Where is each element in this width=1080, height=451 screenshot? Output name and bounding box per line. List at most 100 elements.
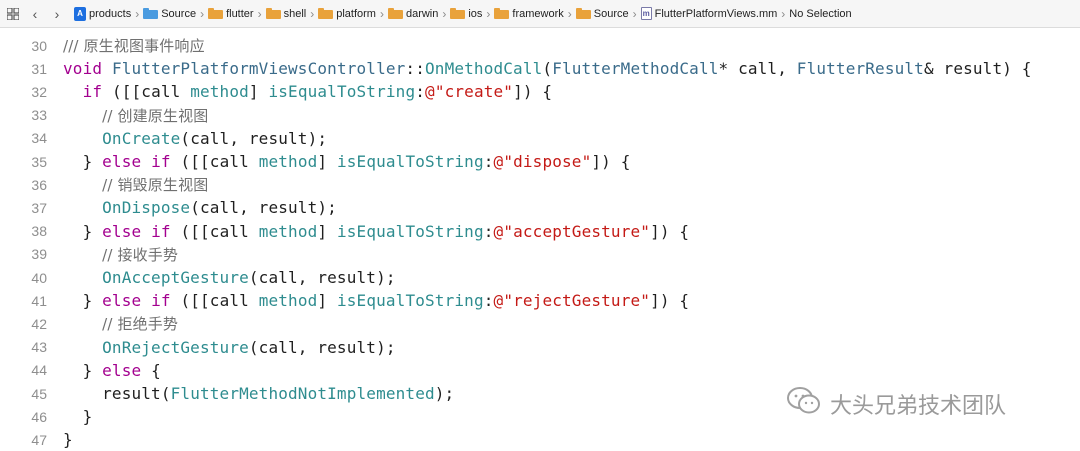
breadcrumb-label: Source <box>161 7 197 20</box>
code-text: } else if ([[call method] isEqualToStrin… <box>63 221 690 241</box>
code-line[interactable]: 43 OnRejectGesture(call, result); <box>0 336 1080 359</box>
line-number: 32 <box>31 83 47 100</box>
breadcrumb-separator-icon: › <box>257 6 262 21</box>
code-line[interactable]: 38 } else if ([[call method] isEqualToSt… <box>0 220 1080 243</box>
line-number: 43 <box>31 339 47 356</box>
code-text: // 创建原生视图 <box>102 106 209 125</box>
breadcrumb-item[interactable]: flutter <box>208 8 254 20</box>
project-icon: A <box>74 6 86 21</box>
code-text: OnCreate(call, result); <box>102 128 328 148</box>
line-number: 35 <box>31 153 47 170</box>
line-number: 46 <box>31 408 47 425</box>
breadcrumb-item[interactable]: darwin <box>387 7 439 20</box>
folder-icon <box>143 8 159 19</box>
breadcrumb-label: Source <box>593 7 629 20</box>
line-number: 33 <box>31 107 47 124</box>
line-number: 45 <box>31 385 47 402</box>
code-line[interactable]: 37 OnDispose(call, result); <box>0 196 1080 219</box>
code-line[interactable]: 30 /// 原生视图事件响应 <box>0 34 1080 57</box>
folder-icon <box>318 8 334 19</box>
breadcrumb-label: framework <box>512 7 564 20</box>
line-number: 37 <box>31 199 47 216</box>
line-number: 30 <box>31 37 47 54</box>
breadcrumb-separator-icon: › <box>486 6 491 21</box>
folder-icon <box>387 8 403 19</box>
line-number: 41 <box>31 292 47 309</box>
breadcrumb-label: flutter <box>226 7 254 20</box>
breadcrumb-separator-icon: › <box>632 6 637 21</box>
code-line[interactable]: 36 // 销毁原生视图 <box>0 173 1080 196</box>
code-line[interactable]: 33 // 创建原生视图 <box>0 104 1080 127</box>
line-number: 34 <box>31 130 47 147</box>
breadcrumb-label: platform <box>336 7 376 20</box>
code-line[interactable]: 44 } else { <box>0 359 1080 382</box>
code-editor[interactable]: 30 /// 原生视图事件响应 31 void FlutterPlatformView… <box>0 28 1080 450</box>
code-text: } else if ([[call method] isEqualToStrin… <box>63 152 631 171</box>
folder-icon <box>265 8 281 19</box>
related-items-grid-icon[interactable] <box>2 3 24 25</box>
code-text: OnAcceptGesture(call, result); <box>102 268 396 287</box>
objc-file-icon: m <box>640 7 652 20</box>
line-number: 39 <box>31 246 47 263</box>
code-text: } <box>63 430 73 450</box>
line-number: 42 <box>31 315 47 332</box>
line-number: 47 <box>31 431 47 448</box>
breadcrumb: Aproducts › Source › flutter › shell › platform ›… <box>74 6 852 21</box>
code-text: // 拒绝手势 <box>102 315 179 334</box>
line-number: 44 <box>31 362 47 379</box>
breadcrumb-separator-icon: › <box>310 6 315 21</box>
jump-bar: ‹ › Aproducts › Source › flutter › shell › platf… <box>0 0 1080 28</box>
breadcrumb-item[interactable]: Aproducts <box>74 6 132 21</box>
code-text: OnRejectGesture(call, result); <box>102 337 396 357</box>
breadcrumb-separator-icon: › <box>442 6 447 21</box>
breadcrumb-label: darwin <box>405 7 439 20</box>
code-text: /// 原生视图事件响应 <box>63 37 205 55</box>
breadcrumb-label: shell <box>283 7 307 20</box>
code-text: if ([[call method] isEqualToString:@"cre… <box>82 82 553 102</box>
code-line[interactable]: 40 OnAcceptGesture(call, result); <box>0 266 1080 289</box>
breadcrumb-label: products <box>89 7 132 20</box>
code-line[interactable]: 32 if ([[call method] isEqualToString:@"… <box>0 80 1080 103</box>
breadcrumb-label: FlutterPlatformViews.mm <box>654 7 778 20</box>
breadcrumb-label: ios <box>468 7 483 20</box>
code-text: void FlutterPlatformViewsController::OnM… <box>63 59 1032 79</box>
code-line[interactable]: 42 // 拒绝手势 <box>0 312 1080 335</box>
forward-chevron-icon[interactable]: › <box>46 3 68 25</box>
breadcrumb-item[interactable]: Source <box>575 7 629 20</box>
breadcrumb-item[interactable]: Source <box>143 8 196 20</box>
watermark-text: 大头兄弟技术团队 <box>830 394 1007 419</box>
breadcrumb-item[interactable]: ios <box>450 8 482 20</box>
code-line[interactable]: 39 // 接收手势 <box>0 243 1080 266</box>
breadcrumb-separator-icon: › <box>200 6 205 21</box>
code-line[interactable]: 34 OnCreate(call, result); <box>0 127 1080 150</box>
folder-icon <box>208 8 224 19</box>
breadcrumb-item[interactable]: platform <box>318 8 376 20</box>
code-text: } else { <box>63 360 161 380</box>
back-chevron-icon[interactable]: ‹ <box>24 3 46 25</box>
folder-icon <box>450 8 466 19</box>
code-text: OnDispose(call, result); <box>102 198 337 218</box>
watermark: 大头兄弟技术团队 <box>786 386 1006 422</box>
breadcrumb-separator-icon: › <box>567 6 572 21</box>
line-number: 40 <box>31 269 47 286</box>
code-text: result(FlutterMethodNotImplemented); <box>63 384 455 403</box>
breadcrumb-separator-icon: › <box>781 6 786 21</box>
code-line[interactable]: 41 } else if ([[call method] isEqualToSt… <box>0 289 1080 312</box>
wechat-logo-icon <box>786 386 822 422</box>
folder-icon <box>575 8 591 19</box>
breadcrumb-item[interactable]: m FlutterPlatformViews.mm <box>640 7 778 20</box>
breadcrumb-label: No Selection <box>789 7 852 20</box>
folder-icon <box>494 8 510 19</box>
code-text: // 销毁原生视图 <box>102 176 209 195</box>
line-number: 38 <box>31 223 47 240</box>
breadcrumb-item[interactable]: No Selection <box>789 8 851 20</box>
breadcrumb-item[interactable]: framework <box>494 7 564 20</box>
code-line[interactable]: 31 void FlutterPlatformViewsController::O… <box>0 57 1080 80</box>
code-text: // 接收手势 <box>102 245 179 264</box>
code-text: } else if ([[call method] isEqualToStrin… <box>63 291 690 311</box>
line-number: 36 <box>31 176 47 193</box>
breadcrumb-item[interactable]: shell <box>265 7 307 20</box>
code-line[interactable]: 35 } else if ([[call method] isEqualToSt… <box>0 150 1080 173</box>
breadcrumb-separator-icon: › <box>379 6 384 21</box>
code-text: } <box>63 407 93 427</box>
